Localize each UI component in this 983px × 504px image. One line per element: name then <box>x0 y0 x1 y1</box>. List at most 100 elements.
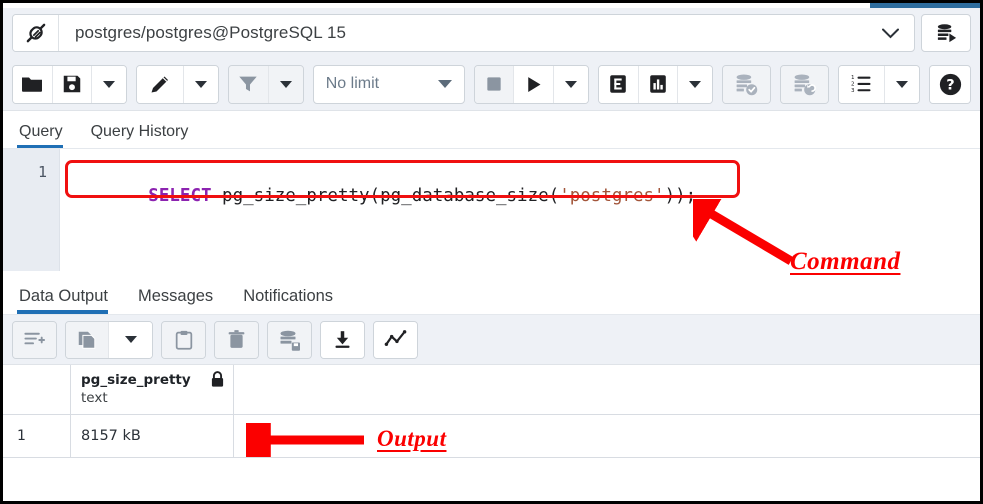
query-tab-bar: Query Query History <box>3 111 980 149</box>
delete-row-button[interactable] <box>215 321 258 358</box>
execute-dropdown[interactable] <box>553 65 588 103</box>
rows-plus-icon <box>24 332 46 345</box>
bar-chart-icon <box>649 75 666 93</box>
download-arrow-icon <box>335 331 350 348</box>
execute-query-button[interactable] <box>514 65 554 103</box>
help-button-group: ? <box>929 64 971 104</box>
graph-visualiser-button[interactable] <box>374 321 417 358</box>
tab-data-output[interactable]: Data Output <box>17 287 122 314</box>
commit-button[interactable] <box>723 65 770 103</box>
tab-messages[interactable]: Messages <box>136 287 227 314</box>
chevron-down-icon <box>279 80 292 88</box>
row-limit-selector[interactable]: No limit <box>312 64 465 104</box>
row-number: 1 <box>3 415 71 457</box>
column-type: text <box>81 390 108 407</box>
copy-dropdown[interactable] <box>109 321 152 358</box>
chevron-down-icon <box>103 80 116 88</box>
trash-icon <box>228 330 245 348</box>
explain-analyze-button[interactable] <box>638 65 679 103</box>
filter-dropdown[interactable] <box>268 65 303 103</box>
connection-dropdown-chevron-down-icon[interactable] <box>866 15 914 51</box>
database-undo-icon <box>794 74 816 95</box>
tab-query-history[interactable]: Query History <box>89 123 201 148</box>
database-connect-icon-button[interactable] <box>921 14 971 52</box>
save-data-group <box>267 320 312 359</box>
tab-notifications-label: Notifications <box>243 287 334 305</box>
database-save-icon <box>280 330 300 351</box>
explain-e-icon <box>610 75 627 93</box>
numbered-list-icon: 1 2 3 <box>851 75 871 94</box>
stop-query-button[interactable] <box>474 65 515 103</box>
sql-token-keyword: SELECT <box>148 186 212 206</box>
copy-button[interactable] <box>66 321 109 358</box>
tab-messages-label: Messages <box>137 287 214 305</box>
svg-text:3: 3 <box>851 88 855 94</box>
database-connect-icon <box>937 23 956 42</box>
tab-query[interactable]: Query <box>17 123 75 148</box>
pgadmin-query-tool-window: postgres/postgres@PostgreSQL 15 No limit… <box>0 0 983 504</box>
edit-dropdown[interactable] <box>183 65 219 103</box>
tab-notifications[interactable]: Notifications <box>241 287 347 314</box>
delete-row-group <box>214 320 259 359</box>
edit-button-group <box>136 64 220 104</box>
download-group <box>320 320 365 359</box>
connection-plug-icon <box>13 15 59 51</box>
save-data-changes-button[interactable] <box>268 321 311 358</box>
column-name: pg_size_pretty <box>81 372 191 388</box>
clipboard-icon <box>175 330 192 350</box>
row-filler <box>234 415 980 457</box>
cell-pg-size-pretty[interactable]: 8157 kB <box>71 415 234 457</box>
editor-line-number-gutter: 1 <box>3 149 60 271</box>
folder-icon <box>22 77 43 92</box>
svg-text:1: 1 <box>851 75 855 81</box>
connection-selector[interactable]: postgres/postgres@PostgreSQL 15 <box>12 14 915 52</box>
explain-button-group <box>597 64 714 104</box>
save-file-button[interactable] <box>52 65 93 103</box>
annotation-command: Command <box>790 248 901 275</box>
chevron-down-icon <box>124 336 137 343</box>
line-graph-icon <box>384 330 407 347</box>
svg-text:?: ? <box>946 76 954 93</box>
tab-query-label: Query <box>19 123 63 140</box>
macros-button[interactable]: 1 2 3 <box>838 65 886 103</box>
file-button-group <box>12 64 128 104</box>
sql-token-function: pg_size_pretty(pg_database_size( <box>211 186 560 206</box>
paste-button[interactable] <box>162 321 205 358</box>
edit-button[interactable] <box>137 65 184 103</box>
triangle-down-icon <box>437 80 452 88</box>
tab-query-history-label: Query History <box>90 123 189 140</box>
table-row[interactable]: 1 8157 kB <box>3 415 980 458</box>
add-row-button[interactable] <box>13 321 56 358</box>
row-limit-label: No limit <box>325 75 380 92</box>
svg-text:2: 2 <box>851 82 855 88</box>
chevron-down-icon <box>689 80 702 88</box>
output-tab-bar: Data Output Messages Notifications <box>3 271 980 315</box>
database-check-icon <box>736 74 758 95</box>
commit-button-group <box>722 64 771 104</box>
row-number-header-cell <box>3 365 71 414</box>
copy-pages-icon <box>78 331 96 349</box>
macros-dropdown[interactable] <box>885 65 920 103</box>
chevron-down-icon <box>195 80 208 88</box>
query-tool-toolbar: No limit 1 2 3 ? <box>3 58 980 111</box>
sql-statement: SELECT pg_size_pretty(pg_database_size('… <box>64 160 696 232</box>
header-filler <box>234 365 980 414</box>
line-number: 1 <box>37 163 47 181</box>
filter-button[interactable] <box>229 65 269 103</box>
pencil-icon <box>151 76 169 93</box>
macros-button-group: 1 2 3 <box>837 64 921 104</box>
rollback-button-group <box>779 64 829 104</box>
connection-bar: postgres/postgres@PostgreSQL 15 <box>3 8 980 58</box>
lock-icon <box>211 371 224 387</box>
download-csv-button[interactable] <box>321 321 364 358</box>
rollback-button[interactable] <box>780 65 828 103</box>
explain-button[interactable] <box>598 65 639 103</box>
help-button[interactable]: ? <box>930 65 970 103</box>
explain-dropdown[interactable] <box>678 65 713 103</box>
tab-data-output-label: Data Output <box>19 287 108 305</box>
save-file-dropdown[interactable] <box>92 65 127 103</box>
annotation-output: Output <box>377 426 447 451</box>
open-file-button[interactable] <box>13 65 53 103</box>
floppy-disk-icon <box>63 75 81 93</box>
column-header-pg-size-pretty[interactable]: pg_size_pretty text <box>71 365 234 414</box>
